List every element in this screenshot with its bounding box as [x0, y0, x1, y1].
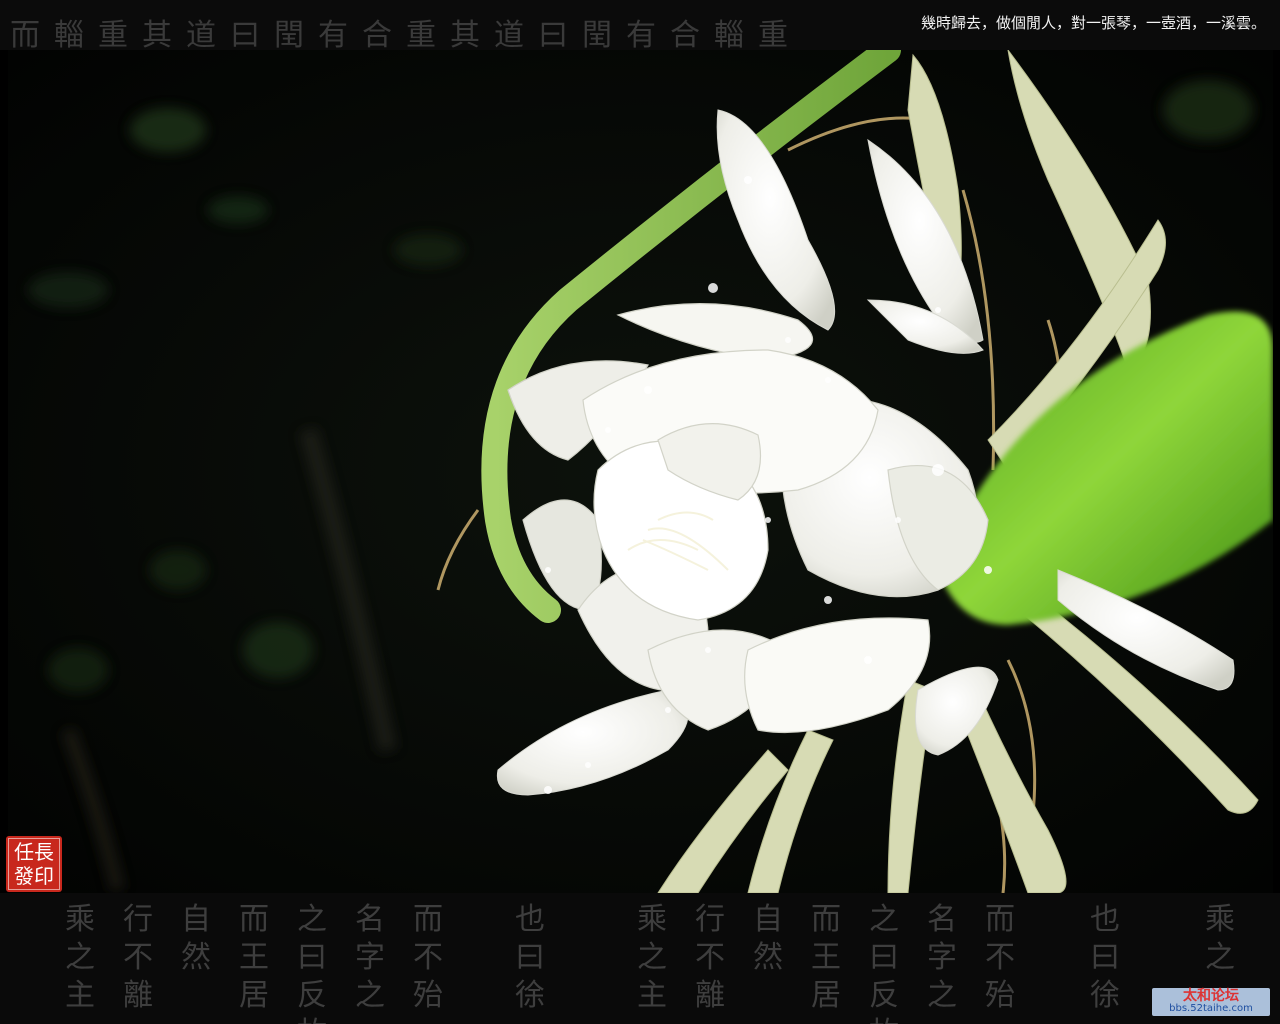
calligraphy-column: 行不離 [123, 902, 153, 1013]
calligraphy-column: 也曰徐 [1090, 902, 1120, 1013]
top-calligraphy-text: 而輜重其道曰閏有合重其道曰閏有合輜重 [10, 18, 802, 50]
calligraphy-column: 行不離 [695, 902, 725, 1013]
calligraphy-column: 自然 [181, 902, 211, 975]
calligraphy-column: 而王居 [811, 902, 841, 1013]
calligraphy-column: 乘之 [1205, 902, 1235, 975]
calligraphy-column: 也曰徐 [515, 902, 545, 1013]
red-seal-stamp: 任長發印 [6, 836, 62, 892]
calligraphy-column: 而不殆 [985, 902, 1015, 1013]
calligraphy-column: 而王居 [239, 902, 269, 1013]
calligraphy-column: 乘之主 [637, 902, 667, 1013]
flower-photo [8, 50, 1273, 893]
forum-watermark: 太和论坛 bbs.52taihe.com [1152, 988, 1270, 1016]
watermark-url: bbs.52taihe.com [1169, 1003, 1253, 1014]
bottom-calligraphy-banner: 乘之主 行不離 自然 而王居 之曰反故 名字之 而不殆 也曰徐 乘之主 行不離 … [0, 893, 1280, 1024]
poem-text: 幾時歸去，做個閒人，對一張琴，一壺酒，一溪雲。 [920, 14, 1266, 32]
top-banner: 而輜重其道曰閏有合重其道曰閏有合輜重 幾時歸去，做個閒人，對一張琴，一壺酒，一溪… [0, 0, 1280, 50]
seal-text: 任長發印 [8, 838, 60, 890]
calligraphy-column: 之曰反故 [869, 902, 899, 1024]
calligraphy-column: 而不殆 [413, 902, 443, 1013]
calligraphy-column: 名字之 [927, 902, 957, 1013]
calligraphy-column: 之曰反故 [297, 902, 327, 1024]
white-flower-icon [8, 50, 1273, 893]
calligraphy-column: 自然 [753, 902, 783, 975]
calligraphy-column: 名字之 [355, 902, 385, 1013]
calligraphy-column: 乘之主 [65, 902, 95, 1013]
watermark-title: 太和论坛 [1183, 988, 1239, 1004]
